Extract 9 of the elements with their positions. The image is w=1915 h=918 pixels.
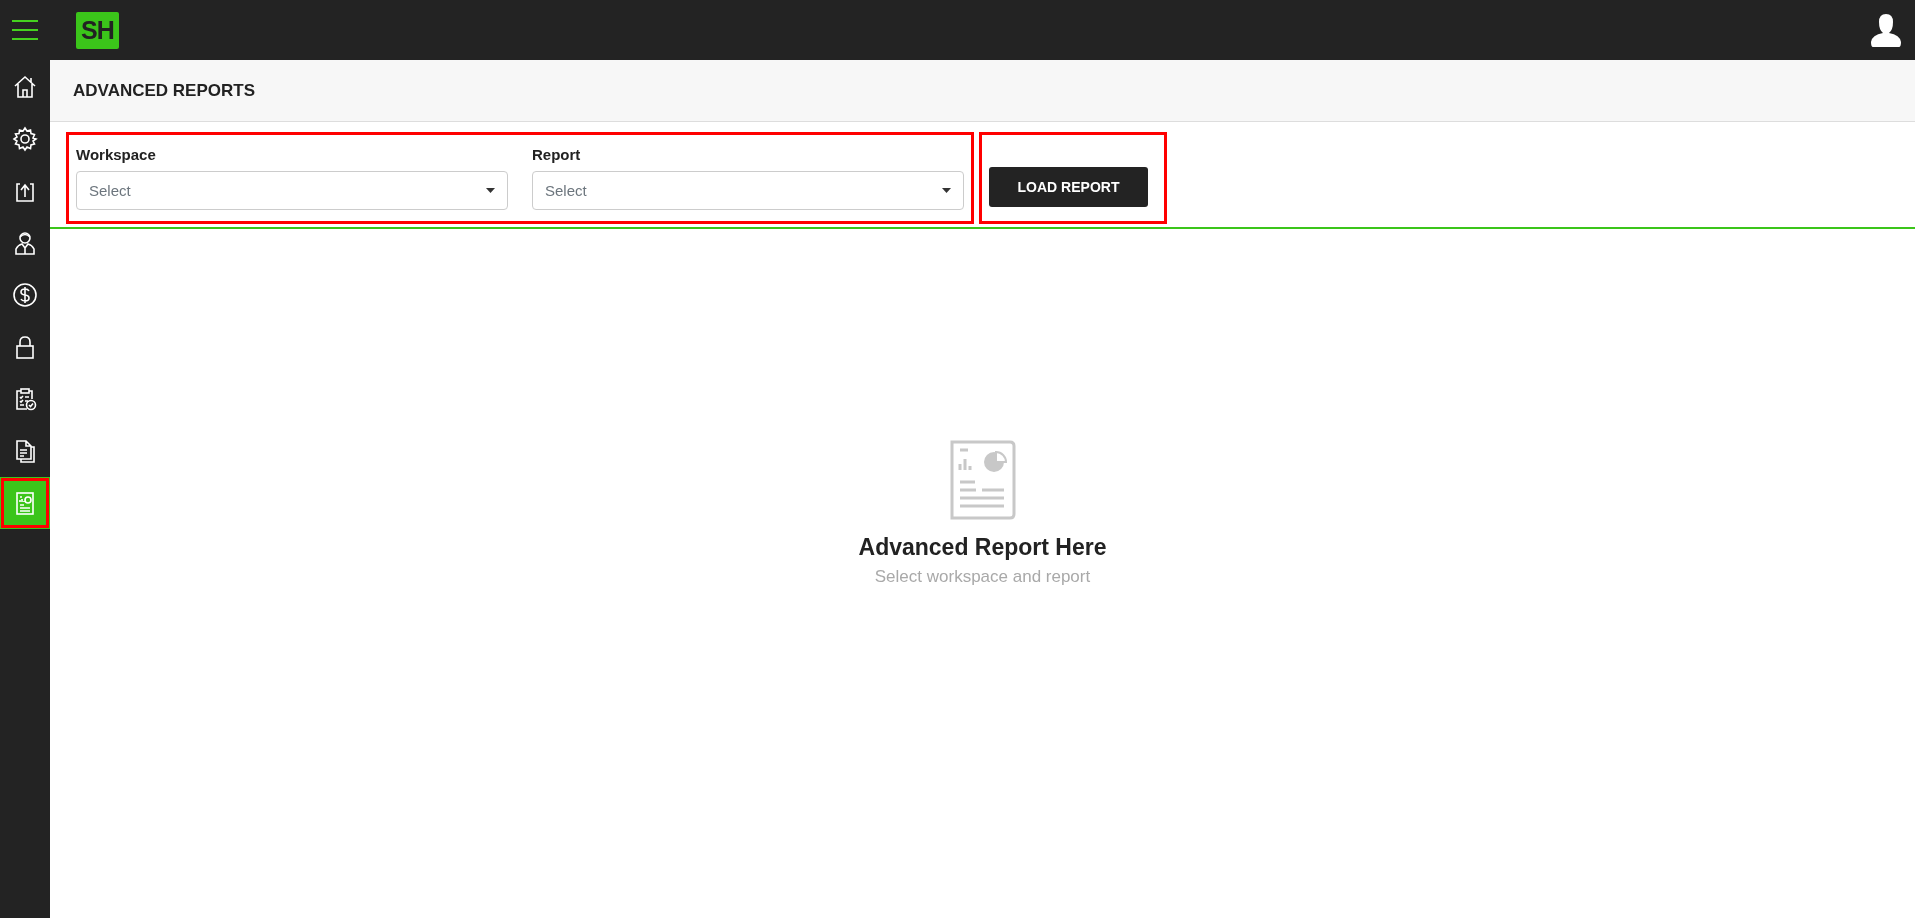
select-dropdown[interactable]: Select <box>76 171 508 210</box>
page-title: ADVANCED REPORTS <box>73 80 255 101</box>
select-dropdown[interactable]: Select <box>532 171 964 210</box>
field-label: Report <box>532 146 582 163</box>
load-report-button[interactable]: LOAD REPORT <box>989 167 1148 207</box>
empty-state-title: Advanced Report Here <box>858 534 1107 561</box>
app-logo[interactable]: SH <box>76 11 119 49</box>
empty-state-subtitle: Select workspace and report <box>874 567 1091 587</box>
field-label: Workspace <box>76 146 157 163</box>
